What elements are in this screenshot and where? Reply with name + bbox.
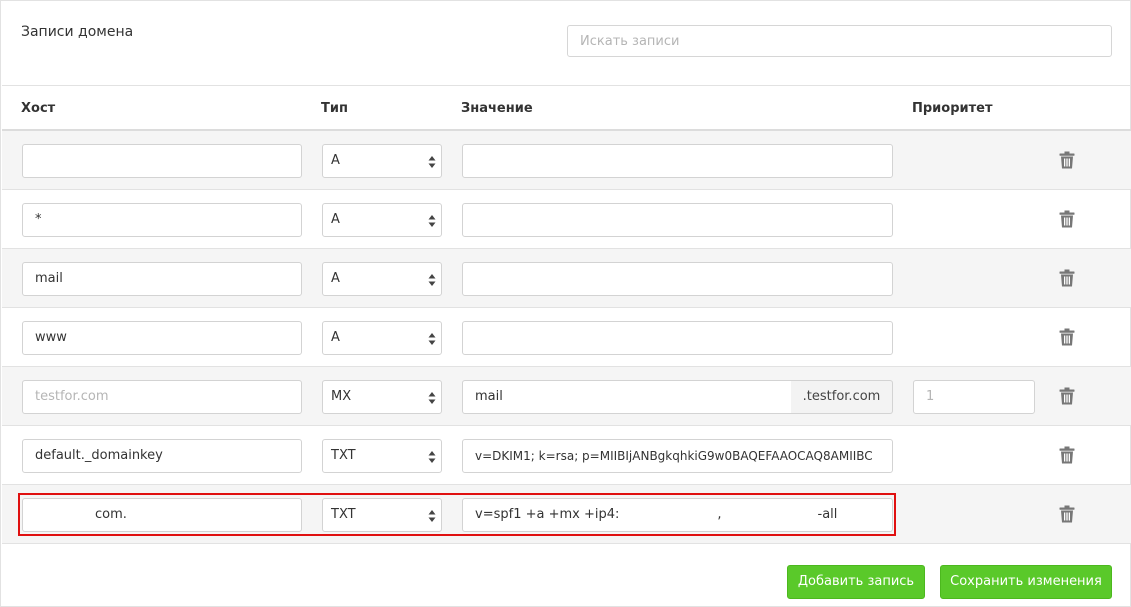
trash-icon[interactable]	[1059, 269, 1075, 287]
column-header-type: Тип	[321, 101, 348, 116]
trash-icon[interactable]	[1059, 446, 1075, 464]
column-header-host: Хост	[21, 101, 56, 116]
table-row: * A	[2, 190, 1131, 249]
host-field[interactable]: *	[22, 203, 302, 237]
host-field[interactable]: www	[22, 321, 302, 355]
domain-records-panel: Записи домена Хост Тип Значение Приорите…	[0, 0, 1131, 607]
type-select[interactable]: TXT	[322, 439, 442, 473]
host-field[interactable]: default._domainkey	[22, 439, 302, 473]
column-header-priority: Приоритет	[912, 101, 993, 116]
type-select-value: A	[331, 330, 340, 345]
save-changes-button[interactable]: Сохранить изменения	[940, 565, 1112, 599]
host-field[interactable]	[22, 144, 302, 178]
type-select[interactable]: A	[322, 262, 442, 296]
column-header-value: Значение	[461, 101, 533, 116]
value-field[interactable]	[462, 203, 893, 237]
table-row: mail A	[2, 249, 1131, 308]
type-select-value: A	[331, 153, 340, 168]
trash-icon[interactable]	[1059, 328, 1075, 346]
trash-icon[interactable]	[1059, 387, 1075, 405]
highlight-box	[18, 493, 896, 536]
table-row: default._domainkey TXT v=DKIM1; k=rsa; p…	[2, 426, 1131, 485]
select-arrows-icon	[428, 332, 436, 346]
type-select[interactable]: MX	[322, 380, 442, 414]
type-select[interactable]: A	[322, 203, 442, 237]
select-arrows-icon	[428, 155, 436, 169]
host-field[interactable]: mail	[22, 262, 302, 296]
search-input[interactable]	[567, 25, 1112, 57]
table-header: Хост Тип Значение Приоритет	[2, 85, 1131, 131]
table-row: A	[2, 131, 1131, 190]
page-title: Записи домена	[21, 24, 134, 40]
table-row: www A	[2, 308, 1131, 367]
type-select-value: TXT	[331, 448, 356, 463]
trash-icon[interactable]	[1059, 210, 1075, 228]
select-arrows-icon	[428, 214, 436, 228]
type-select-value: MX	[331, 389, 352, 404]
trash-icon[interactable]	[1059, 151, 1075, 169]
value-field[interactable]	[462, 321, 893, 355]
value-field[interactable]: v=DKIM1; k=rsa; p=MIIBIjANBgkqhkiG9w0BAQ…	[462, 439, 893, 473]
value-field[interactable]	[462, 144, 893, 178]
select-arrows-icon	[428, 273, 436, 287]
value-field[interactable]: mail	[462, 380, 792, 414]
select-arrows-icon	[428, 450, 436, 464]
trash-icon[interactable]	[1059, 505, 1075, 523]
add-record-button[interactable]: Добавить запись	[787, 565, 925, 599]
type-select-value: A	[331, 212, 340, 227]
type-select[interactable]: A	[322, 144, 442, 178]
type-select[interactable]: A	[322, 321, 442, 355]
type-select-value: A	[331, 271, 340, 286]
host-field[interactable]: testfor.com	[22, 380, 302, 414]
priority-field[interactable]: 1	[913, 380, 1035, 414]
table-row: testfor.com MX mail .testfor.com 1	[2, 367, 1131, 426]
select-arrows-icon	[428, 391, 436, 405]
domain-suffix-addon: .testfor.com	[791, 380, 893, 414]
value-field[interactable]	[462, 262, 893, 296]
